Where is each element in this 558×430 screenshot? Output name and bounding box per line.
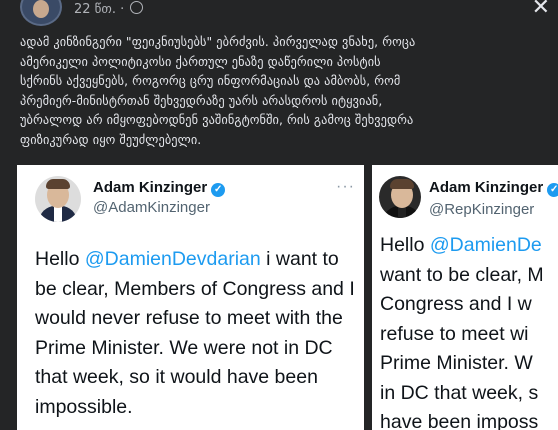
post-text-line: ადამ კინზინგერი "ფეიკნიუსებს" ებრძვის. პ…	[20, 35, 416, 49]
post-header: 22 წთ. · ✕	[0, 0, 558, 26]
tweet-author-name-text: Adam Kinzinger	[93, 179, 208, 196]
post-text-line: ამერიკელი პოლიტიკოსი ქართულ ენაზე დაწერი…	[20, 54, 381, 69]
tweet-body: Hello @DamienDe want to be clear, M Cong…	[380, 231, 544, 430]
tweet-line: would never refuse to meet with the	[35, 307, 343, 329]
tweet-line: Prime Minister. W	[380, 352, 533, 374]
tweet-author-handle: @RepKinzinger	[429, 201, 535, 218]
tweet-screenshot-right[interactable]: Adam Kinzinger ✓ @RepKinzinger Hello @Dam…	[372, 165, 558, 430]
avatar[interactable]	[20, 0, 62, 26]
verified-icon: ✓	[547, 183, 558, 197]
tweet-body: Hello @DamienDevdarian i want to be clea…	[35, 245, 355, 422]
tweet-line: in DC that week, s	[380, 381, 539, 404]
tweet-avatar	[35, 176, 81, 222]
more-icon[interactable]: ···	[336, 178, 355, 196]
post-text-line: ფიზიკურად იყო შეუძლებელი.	[20, 132, 202, 147]
tweet-line: be clear, Members of Congress and I	[35, 277, 355, 300]
tweet-line: Hello @DamienDevdarian i want to	[35, 248, 339, 270]
tweet-line: refuse to meet wi	[380, 322, 529, 345]
post-time-label: 22 წთ.	[74, 2, 116, 17]
verified-icon: ✓	[211, 183, 226, 197]
tweet-author-name: Adam Kinzinger ✓	[429, 179, 558, 197]
tweet-author-name-text: Adam Kinzinger	[429, 179, 544, 196]
tweet-line: Hello @DamienDe	[380, 234, 542, 256]
post-timestamp[interactable]: 22 წთ. ·	[74, 1, 144, 17]
tweet-line: want to be clear, M	[380, 263, 544, 286]
post-text-line: სქრინს აქვეყნებს, როგორც ცრუ ინფორმაციას…	[20, 74, 401, 89]
tweet-line: impossible.	[35, 395, 133, 418]
mention-link[interactable]: @DamienDe	[430, 234, 542, 256]
tweet-author-name: Adam Kinzinger ✓	[93, 179, 226, 197]
post-separator: ·	[120, 2, 125, 17]
globe-icon	[130, 1, 144, 14]
tweet-line: Congress and I w	[380, 293, 532, 315]
post-text-line: პრემიერ-მინისტრთან შეხვედრაზე უარს არასდ…	[20, 93, 383, 108]
post-text-line: უბრალოდ არ იმყოფებოდნენ ვაშინგტონში, რის…	[20, 113, 414, 128]
tweet-screenshot-left[interactable]: Adam Kinzinger ✓ @AdamKinzinger ··· Hello…	[17, 165, 364, 430]
tweet-line: have been imposs	[380, 411, 539, 430]
tweet-avatar	[379, 176, 421, 218]
tweet-line: Prime Minister. We were not in DC	[35, 336, 333, 359]
post-text: ადამ კინზინგერი "ფეიკნიუსებს" ებრძვის. პ…	[20, 33, 550, 151]
mention-link[interactable]: @DamienDevdarian	[85, 248, 261, 270]
tweet-line: that week, so it would have been	[35, 366, 318, 388]
tweet-author-handle: @AdamKinzinger	[93, 199, 210, 216]
close-icon[interactable]: ✕	[532, 0, 550, 19]
